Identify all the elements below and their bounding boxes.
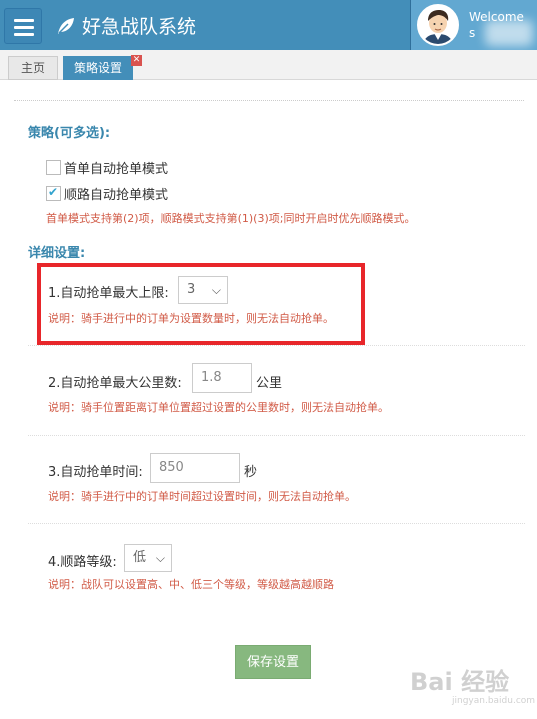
save-settings-button[interactable]: 保存设置 (235, 645, 311, 679)
time-unit: 秒 (244, 465, 258, 480)
route-level-select[interactable]: 低 ⌵ (124, 544, 172, 572)
option-label: 首单自动抢单模式 (64, 161, 169, 177)
tab-strategy-settings[interactable]: 策略设置 (63, 56, 133, 80)
blurred-name (485, 20, 533, 46)
user-avatar (417, 4, 459, 46)
route-mode-option[interactable]: 顺路自动抢单模式 (46, 184, 169, 203)
route-level-label: 4.顺路等级: (48, 555, 117, 570)
select-value: 低 (133, 550, 147, 565)
leaf-icon (58, 17, 74, 34)
chevron-down-icon: ⌵ (155, 551, 165, 565)
divider (28, 345, 525, 346)
app-title: 好急战队系统 (82, 16, 197, 38)
menu-bar-icon (14, 33, 34, 36)
grab-time-input[interactable]: 850 (150, 453, 240, 483)
grab-time-label: 3.自动抢单时间: (48, 465, 143, 480)
details-title: 详细设置: (28, 246, 86, 261)
menu-toggle-button[interactable] (4, 8, 42, 44)
distance-unit: 公里 (256, 376, 283, 391)
first-order-mode-option[interactable]: 首单自动抢单模式 (46, 158, 169, 177)
route-level-note: 说明：战队可以设置高、中、低三个等级，等级越高越顺路 (48, 578, 334, 591)
max-distance-note: 说明：骑手位置距离订单位置超过设置的公里数时，则无法自动抢单。 (48, 401, 389, 414)
strategy-title: 策略(可多选): (28, 126, 111, 141)
user-menu[interactable]: Welcome s (410, 0, 537, 50)
divider (14, 100, 524, 101)
max-distance-input[interactable]: 1.8 (192, 363, 252, 393)
tab-close-icon[interactable]: ✕ (131, 55, 142, 66)
checkbox-checked[interactable] (46, 185, 61, 201)
username: s (469, 26, 476, 40)
option-label: 顺路自动抢单模式 (64, 187, 169, 203)
tab-home[interactable]: 主页 (8, 56, 58, 80)
menu-bar-icon (14, 26, 34, 29)
divider (28, 523, 525, 524)
grab-time-note: 说明：骑手进行中的订单时间超过设置时间，则无法自动抢单。 (48, 490, 356, 503)
brand[interactable]: 好急战队系统 (56, 12, 196, 39)
watermark: Bai 经验 (410, 668, 510, 696)
divider (28, 435, 525, 436)
watermark-sub: jingyan.baidu.com (452, 696, 536, 706)
checkbox[interactable] (46, 159, 61, 175)
strategy-note: 首单模式支持第(2)项，顺路模式支持第(1)(3)项;同时开启时优先顺路模式。 (46, 212, 416, 225)
menu-bar-icon (14, 19, 34, 22)
top-navbar: 好急战队系统 Welcome s (0, 0, 537, 50)
max-distance-label: 2.自动抢单最大公里数: (48, 376, 182, 391)
tab-bar: 主页 策略设置 (0, 50, 537, 80)
highlight-annotation (37, 263, 365, 345)
